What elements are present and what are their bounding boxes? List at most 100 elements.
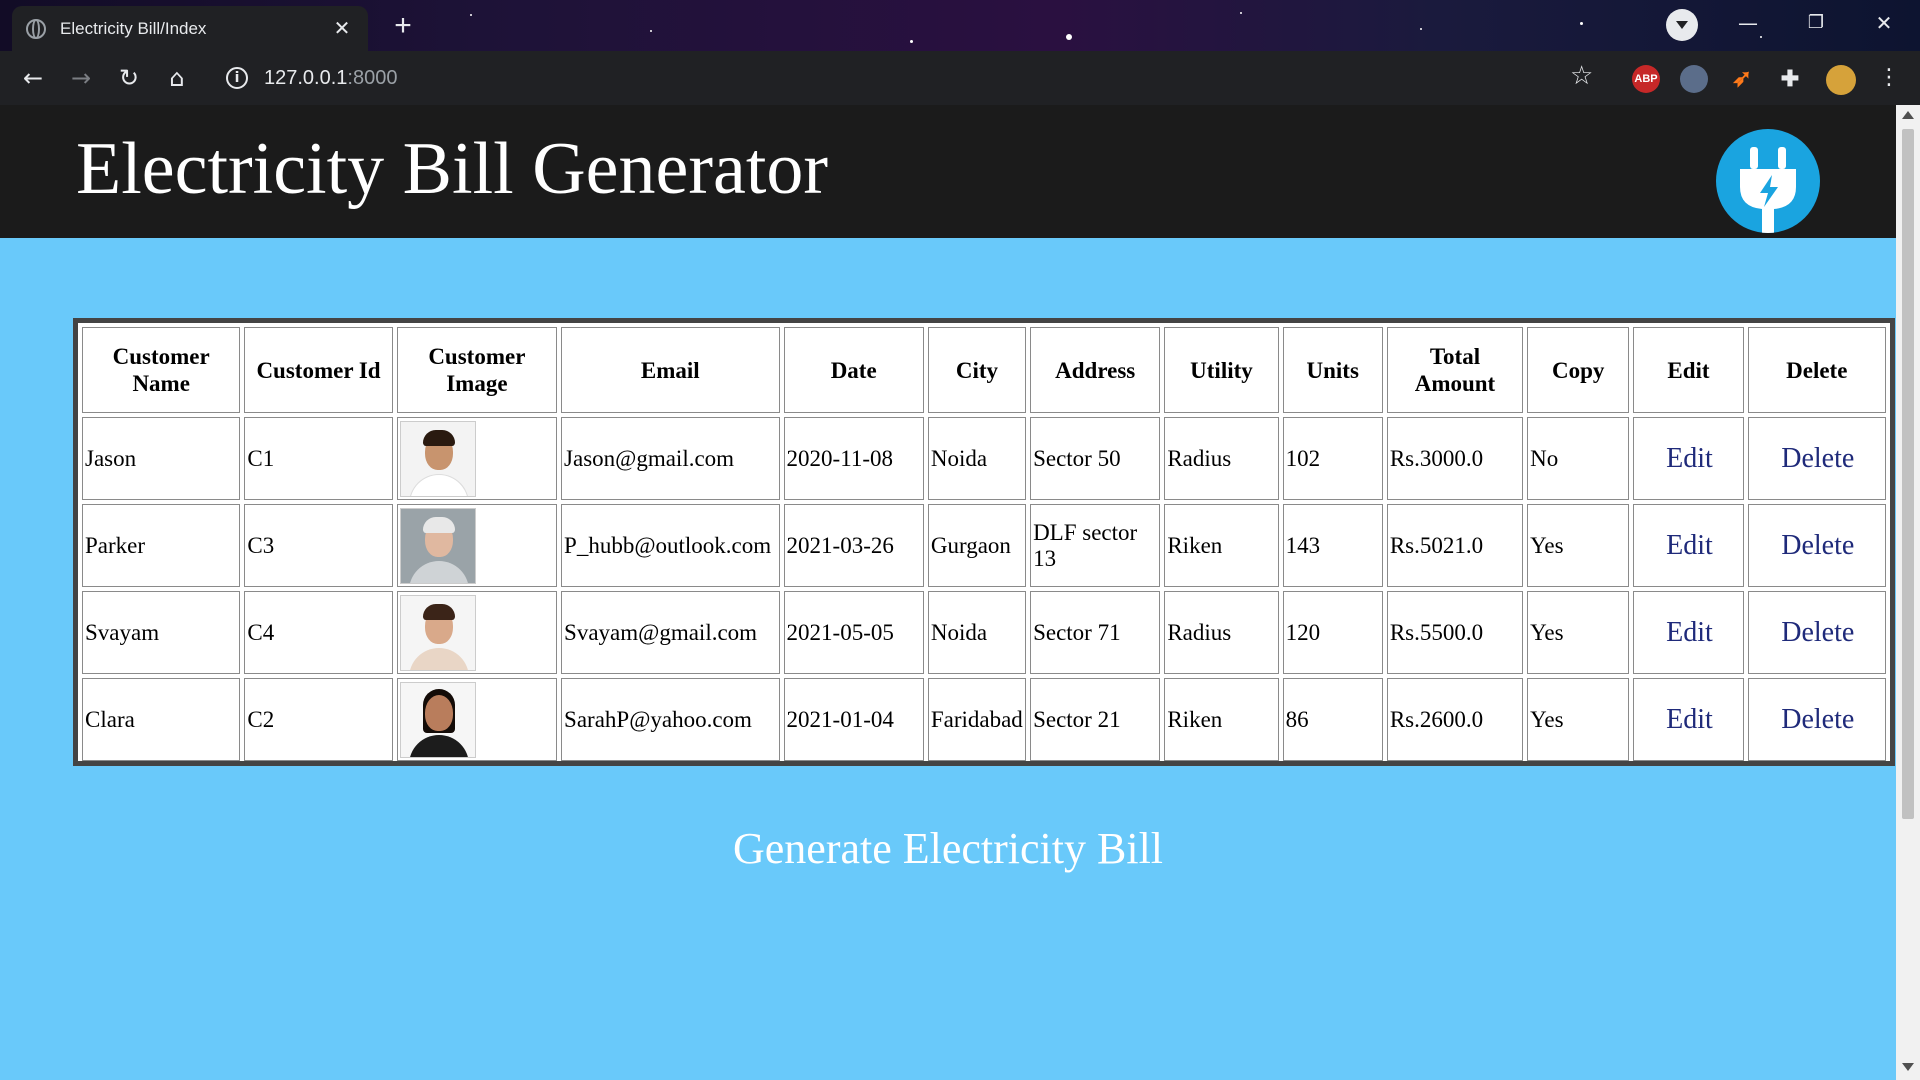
city-cell: Faridabad [927, 678, 1027, 761]
delete-link[interactable]: Delete [1747, 504, 1886, 587]
city-cell: Noida [927, 417, 1027, 500]
background-star [470, 14, 472, 16]
column-header: Edit [1633, 327, 1744, 413]
page-scrollbar[interactable] [1896, 105, 1920, 1080]
column-header: Utility [1164, 327, 1279, 413]
scroll-down-arrow-icon[interactable] [1902, 1063, 1914, 1071]
extension-eyes-icon[interactable] [1680, 65, 1708, 93]
column-header: Date [783, 327, 924, 413]
edit-link[interactable]: Edit [1633, 504, 1744, 587]
customer-image-cell [396, 504, 558, 587]
column-header: Total Amount [1386, 327, 1524, 413]
background-star [650, 30, 652, 32]
table-header-row: Customer Name Customer Id Customer Image… [82, 327, 1886, 413]
bookmark-star-icon[interactable]: ☆ [1570, 61, 1593, 91]
column-header: Customer Name [82, 327, 241, 413]
background-star [1240, 12, 1242, 14]
browser-menu-icon[interactable]: ⋮ [1872, 61, 1906, 95]
units-cell: 143 [1282, 504, 1383, 587]
page-content: Electricity Bill Generator Customer Name… [0, 105, 1896, 1080]
date-cell: 2021-03-26 [783, 504, 924, 587]
customer-image-cell [396, 678, 558, 761]
copy-cell: No [1527, 417, 1630, 500]
delete-link[interactable]: Delete [1747, 417, 1886, 500]
customer-image-cell [396, 417, 558, 500]
customer-photo-clara [399, 681, 476, 758]
utility-cell: Radius [1164, 591, 1279, 674]
customer-id-cell: C2 [244, 678, 393, 761]
scroll-up-arrow-icon[interactable] [1902, 111, 1914, 119]
address-bar[interactable]: i 127.0.0.1:8000 [212, 58, 1582, 98]
background-star [1580, 22, 1583, 25]
utility-cell: Riken [1164, 504, 1279, 587]
minimize-button[interactable]: — [1720, 4, 1776, 42]
utility-cell: Riken [1164, 678, 1279, 761]
customer-id-cell: C1 [244, 417, 393, 500]
city-cell: Gurgaon [927, 504, 1027, 587]
background-star [910, 40, 913, 43]
address-cell: Sector 71 [1030, 591, 1161, 674]
utility-cell: Radius [1164, 417, 1279, 500]
site-header: Electricity Bill Generator [0, 105, 1896, 238]
customer-name-cell: Svayam [82, 591, 241, 674]
total-amount-cell: Rs.5500.0 [1386, 591, 1524, 674]
customer-name-cell: Clara [82, 678, 241, 761]
browser-tab[interactable]: Electricity Bill/Index ✕ [12, 6, 368, 51]
extension-arrow-icon[interactable]: ➶ [1728, 65, 1756, 93]
address-cell: Sector 50 [1030, 417, 1161, 500]
customer-photo-svayam [399, 594, 476, 671]
column-header: Email [561, 327, 780, 413]
date-cell: 2021-01-04 [783, 678, 924, 761]
column-header: Customer Id [244, 327, 393, 413]
table-row: Parker C3 P_hubb@outlook.com 2021-03-26 … [82, 504, 1886, 587]
total-amount-cell: Rs.2600.0 [1386, 678, 1524, 761]
background-star [1420, 28, 1422, 30]
address-cell: DLF sector 13 [1030, 504, 1161, 587]
customer-table-container: Customer Name Customer Id Customer Image… [73, 318, 1895, 766]
date-cell: 2020-11-08 [783, 417, 924, 500]
url-host: 127.0.0.1 [264, 66, 348, 89]
adblock-plus-icon[interactable]: ABP [1632, 65, 1660, 93]
scrollbar-thumb[interactable] [1902, 129, 1914, 819]
restore-button[interactable]: ❐ [1788, 4, 1844, 42]
column-header: Customer Image [396, 327, 558, 413]
close-tab-icon[interactable]: ✕ [330, 16, 354, 41]
forward-button[interactable]: → [64, 61, 98, 95]
background-star [1066, 34, 1072, 40]
delete-link[interactable]: Delete [1747, 591, 1886, 674]
edit-link[interactable]: Edit [1633, 417, 1744, 500]
copy-cell: Yes [1527, 591, 1630, 674]
globe-icon [26, 18, 46, 39]
profile-avatar[interactable] [1826, 65, 1856, 95]
customer-name-cell: Parker [82, 504, 241, 587]
close-window-button[interactable]: ✕ [1856, 4, 1912, 42]
back-button[interactable]: ← [16, 61, 50, 95]
edit-link[interactable]: Edit [1633, 591, 1744, 674]
site-info-icon[interactable]: i [226, 67, 248, 89]
customer-table: Customer Name Customer Id Customer Image… [78, 323, 1890, 765]
tab-search-button[interactable] [1666, 9, 1698, 41]
new-tab-button[interactable]: + [386, 10, 420, 44]
address-cell: Sector 21 [1030, 678, 1161, 761]
home-button[interactable]: ⌂ [160, 61, 194, 95]
email-cell: Svayam@gmail.com [561, 591, 780, 674]
browser-tab-strip: Electricity Bill/Index ✕ + — ❐ ✕ [0, 0, 1920, 51]
page-title: Electricity Bill Generator [76, 128, 829, 210]
tab-title: Electricity Bill/Index [60, 18, 207, 38]
units-cell: 86 [1282, 678, 1383, 761]
copy-cell: Yes [1527, 504, 1630, 587]
date-cell: 2021-05-05 [783, 591, 924, 674]
column-header: Units [1282, 327, 1383, 413]
reload-button[interactable]: ↻ [112, 61, 146, 95]
generate-bill-link[interactable]: Generate Electricity Bill [0, 823, 1896, 874]
table-row: Svayam C4 Svayam@gmail.com 2021-05-05 No… [82, 591, 1886, 674]
column-header: Copy [1527, 327, 1630, 413]
units-cell: 102 [1282, 417, 1383, 500]
edit-link[interactable]: Edit [1633, 678, 1744, 761]
plug-lightning-logo-icon [1716, 129, 1820, 233]
extensions-puzzle-icon[interactable]: ✚ [1776, 65, 1804, 93]
customer-image-cell [396, 591, 558, 674]
delete-link[interactable]: Delete [1747, 678, 1886, 761]
table-row: Jason C1 Jason@gmail.com 2020-11-08 Noid… [82, 417, 1886, 500]
email-cell: SarahP@yahoo.com [561, 678, 780, 761]
